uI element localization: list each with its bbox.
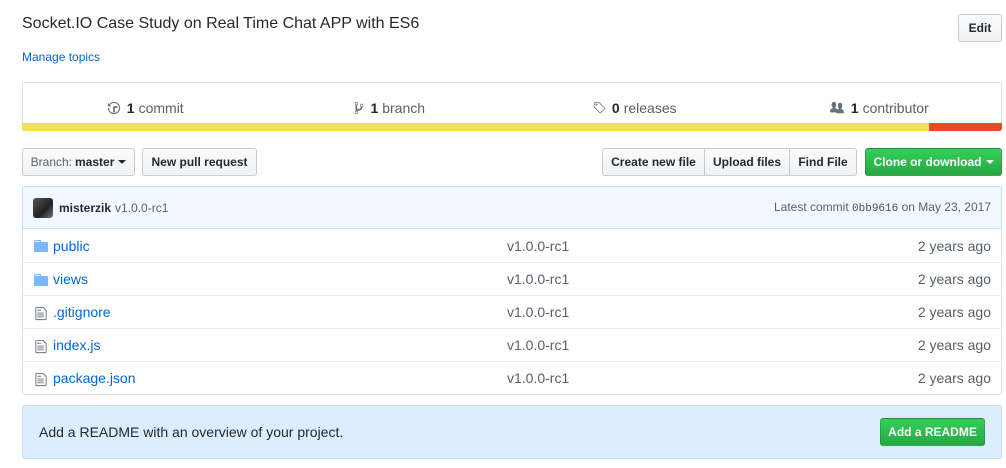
branches-link[interactable]: 1 branch bbox=[268, 100, 513, 116]
chevron-down-icon bbox=[985, 160, 994, 164]
readme-prompt-text: Add a README with an overview of your pr… bbox=[39, 424, 344, 440]
manage-topics-link[interactable]: Manage topics bbox=[22, 50, 100, 64]
file-age: 2 years ago bbox=[917, 304, 991, 320]
branches-count: 1 bbox=[370, 99, 379, 116]
clone-label: Clone or download bbox=[873, 155, 982, 169]
file-icon bbox=[33, 371, 49, 387]
file-commit-message[interactable]: v1.0.0-rc1 bbox=[507, 370, 569, 386]
language-bar[interactable] bbox=[22, 123, 1002, 131]
latest-commit-info: Latest commit 0bb9616 on May 23, 2017 bbox=[774, 200, 991, 215]
file-age: 2 years ago bbox=[917, 370, 991, 386]
history-icon bbox=[107, 101, 120, 114]
file-commit-message[interactable]: v1.0.0-rc1 bbox=[507, 337, 569, 353]
table-row: views v1.0.0-rc1 2 years ago bbox=[23, 262, 1001, 295]
contributors-link[interactable]: 1 contributor bbox=[757, 100, 1002, 116]
file-icon bbox=[33, 338, 49, 354]
file-commit-message[interactable]: v1.0.0-rc1 bbox=[507, 271, 569, 287]
commits-count: 1 bbox=[126, 99, 135, 116]
find-file-button[interactable]: Find File bbox=[789, 148, 857, 176]
file-age: 2 years ago bbox=[917, 337, 991, 353]
releases-label: releases bbox=[623, 99, 677, 116]
branches-label: branch bbox=[382, 99, 426, 116]
latest-commit-bar: misterzik v1.0.0-rc1 Latest commit 0bb96… bbox=[22, 186, 1002, 229]
git-branch-icon bbox=[355, 101, 364, 114]
file-age: 2 years ago bbox=[917, 237, 991, 254]
table-row: .gitignore v1.0.0-rc1 2 years ago bbox=[23, 295, 1001, 328]
file-name-link[interactable]: public bbox=[53, 238, 90, 254]
readme-prompt: Add a README with an overview of your pr… bbox=[22, 405, 1002, 459]
commit-author-link[interactable]: misterzik bbox=[59, 201, 111, 215]
contributors-count: 1 bbox=[850, 99, 859, 116]
new-pull-request-button[interactable]: New pull request bbox=[142, 148, 257, 176]
file-name-link[interactable]: .gitignore bbox=[53, 304, 111, 320]
file-list: public v1.0.0-rc1 2 years ago views v1.0… bbox=[22, 229, 1002, 395]
commits-label: commit bbox=[138, 99, 184, 116]
commit-sha-link[interactable]: 0bb9616 bbox=[852, 203, 898, 215]
upload-files-button[interactable]: Upload files bbox=[704, 148, 790, 176]
language-segment-primary bbox=[22, 123, 929, 131]
commit-message-link[interactable]: v1.0.0-rc1 bbox=[115, 201, 168, 215]
edit-button[interactable]: Edit bbox=[958, 14, 1002, 42]
clone-or-download-button[interactable]: Clone or download bbox=[865, 148, 1002, 176]
releases-link[interactable]: 0 releases bbox=[512, 100, 757, 116]
file-icon bbox=[33, 305, 49, 321]
contributors-label: contributor bbox=[862, 99, 929, 116]
tag-icon bbox=[593, 101, 606, 113]
create-new-file-button[interactable]: Create new file bbox=[602, 148, 705, 176]
repo-description: Socket.IO Case Study on Real Time Chat A… bbox=[22, 15, 420, 32]
people-icon bbox=[829, 101, 844, 113]
table-row: public v1.0.0-rc1 2 years ago bbox=[23, 229, 1001, 262]
commits-link[interactable]: 1 commit bbox=[23, 100, 268, 116]
add-readme-button[interactable]: Add a README bbox=[880, 418, 985, 446]
latest-commit-prefix: Latest commit bbox=[773, 200, 849, 214]
file-commit-message[interactable]: v1.0.0-rc1 bbox=[507, 304, 569, 320]
releases-count: 0 bbox=[611, 99, 620, 116]
latest-commit-date: on May 23, 2017 bbox=[901, 200, 991, 214]
avatar[interactable] bbox=[33, 197, 53, 218]
file-name-link[interactable]: views bbox=[53, 271, 88, 287]
file-name-link[interactable]: index.js bbox=[53, 337, 100, 353]
table-row: package.json v1.0.0-rc1 2 years ago bbox=[23, 361, 1001, 394]
language-segment-secondary bbox=[929, 123, 1002, 131]
file-name-link[interactable]: package.json bbox=[53, 370, 136, 386]
branch-name: master bbox=[75, 155, 115, 169]
folder-icon bbox=[33, 272, 49, 288]
file-age: 2 years ago bbox=[917, 271, 991, 287]
chevron-down-icon bbox=[118, 160, 127, 164]
file-commit-message[interactable]: v1.0.0-rc1 bbox=[507, 238, 569, 254]
folder-icon bbox=[33, 238, 49, 254]
branch-prefix: Branch: bbox=[30, 155, 72, 169]
branch-select-button[interactable]: Branch: master bbox=[22, 148, 135, 176]
table-row: index.js v1.0.0-rc1 2 years ago bbox=[23, 328, 1001, 361]
